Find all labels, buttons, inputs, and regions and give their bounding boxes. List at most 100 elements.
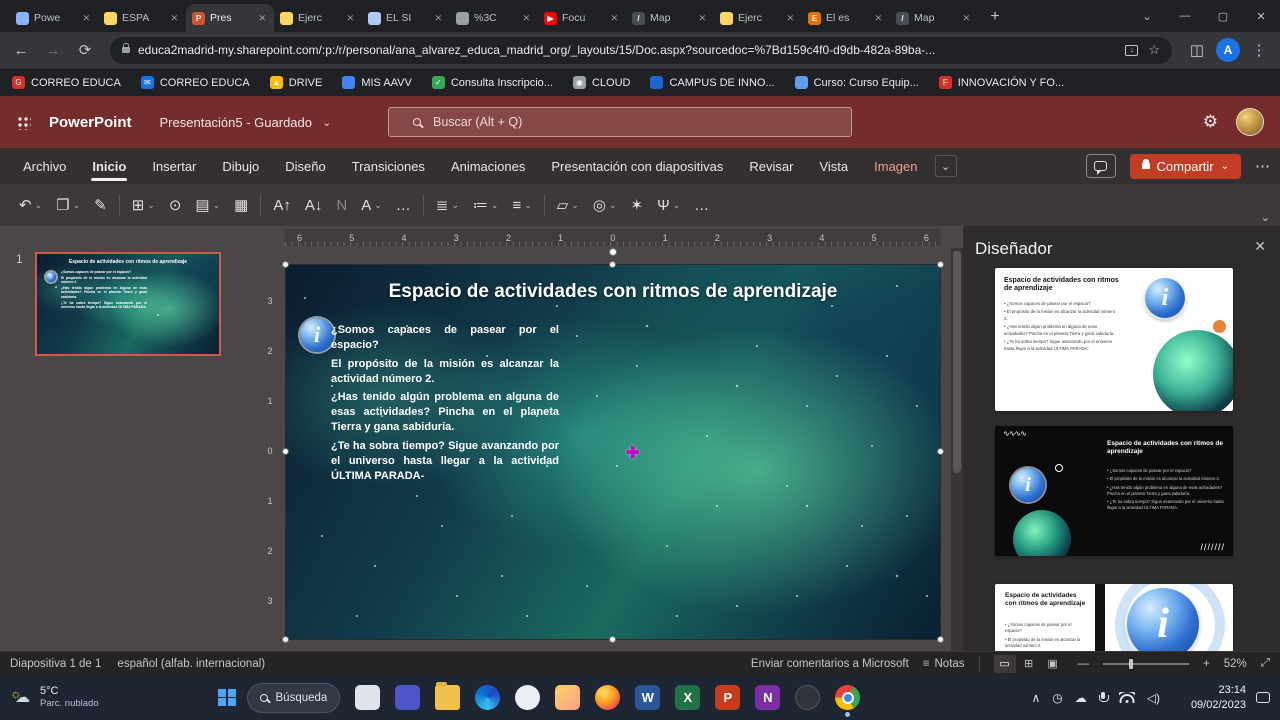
ribbon-tab[interactable]: Imagen xyxy=(861,148,930,184)
resize-handle[interactable] xyxy=(937,448,944,455)
ribbon-tab[interactable]: Vista xyxy=(806,148,861,184)
resize-handle[interactable] xyxy=(937,261,944,268)
tab-close-icon[interactable]: ✕ xyxy=(432,11,444,26)
taskbar-app-icon[interactable]: N xyxy=(755,685,780,710)
toolbar-button[interactable]: A↓ ⌄ xyxy=(298,190,330,220)
taskbar-app-icon[interactable] xyxy=(795,685,820,710)
volume-icon[interactable]: ◁) xyxy=(1147,691,1160,705)
slide-canvas[interactable]: Espacio de actividades con ritmos de apr… xyxy=(285,264,941,640)
taskbar-app-icon[interactable] xyxy=(355,685,380,710)
share-button[interactable]: Compartir ⌄ xyxy=(1130,154,1241,179)
maximize-icon[interactable]: ▢ xyxy=(1204,0,1242,32)
zoom-level[interactable]: 52% xyxy=(1224,658,1247,670)
taskbar-app-icon[interactable] xyxy=(395,685,420,710)
toolbar-button[interactable]: ⌄ xyxy=(260,194,261,216)
toolbar-button[interactable]: ▤ ⌄ xyxy=(188,190,227,220)
toolbar-button[interactable]: ▱ ⌄ xyxy=(550,190,586,220)
app-name[interactable]: PowerPoint xyxy=(49,114,132,131)
taskbar-clock[interactable]: 23:14 09/02/2023 xyxy=(1191,683,1246,712)
zoom-slider-thumb[interactable] xyxy=(1129,659,1133,669)
body-paragraph[interactable]: ¿Has tenido algún problema en alguna de … xyxy=(331,390,559,435)
browser-tab[interactable]: Powe ✕ xyxy=(10,4,98,32)
toolbar-button[interactable]: ◎ ⌄ xyxy=(586,190,624,220)
language-indicator[interactable]: español (alfab. internacional) xyxy=(117,658,265,670)
weather-widget[interactable]: ☼ ☁ 5°C Parc. nublado xyxy=(10,685,99,710)
toolbar-button[interactable]: N ⌄ xyxy=(329,190,354,220)
ppt-search-input[interactable]: Buscar (Alt + Q) xyxy=(388,107,852,137)
tab-close-icon[interactable]: ✕ xyxy=(608,11,620,26)
tab-close-icon[interactable]: ✕ xyxy=(784,11,796,26)
taskbar-search-input[interactable]: Búsqueda xyxy=(247,683,341,713)
scrollbar-thumb[interactable] xyxy=(953,251,961,473)
notes-button[interactable]: ≡ Notas xyxy=(923,658,965,670)
slide-title[interactable]: Espacio de actividades con ritmos de apr… xyxy=(286,281,940,303)
view-normal-icon[interactable]: ▭ xyxy=(994,655,1016,673)
view-slideshow-icon[interactable]: ▣ xyxy=(1042,655,1064,673)
toolbar-button[interactable]: Ψ ⌄ xyxy=(650,190,687,220)
info-icon[interactable]: i xyxy=(300,318,334,352)
bookmark-item[interactable]: G CORREO EDUCA xyxy=(12,76,121,89)
refresh-icon[interactable]: ⟳ xyxy=(72,37,98,63)
tab-close-icon[interactable]: ✕ xyxy=(80,11,92,26)
browser-tab[interactable]: ESPA ✕ xyxy=(98,4,186,32)
tab-close-icon[interactable]: ✕ xyxy=(520,11,532,26)
side-panel-icon[interactable]: ◫ xyxy=(1184,37,1210,63)
bookmark-item[interactable]: ✓ Consulta Inscripcio... xyxy=(432,76,553,89)
toolbar-button[interactable]: A↑ ⌄ xyxy=(266,190,298,220)
onedrive-cloud-icon[interactable]: ☁ xyxy=(1075,691,1087,705)
browser-profile-avatar[interactable]: A xyxy=(1216,38,1240,62)
bookmark-item[interactable]: ✉ CORREO EDUCA xyxy=(141,76,250,89)
bookmark-star-icon[interactable]: ☆ xyxy=(1148,42,1160,58)
browser-tab[interactable]: EL SI ✕ xyxy=(362,4,450,32)
tab-search-icon[interactable]: ⌄ xyxy=(1128,0,1166,32)
toolbar-button[interactable]: … ⌄ xyxy=(687,190,716,220)
taskbar-app-icon[interactable] xyxy=(435,685,460,710)
resize-handle[interactable] xyxy=(609,636,616,643)
tab-close-icon[interactable]: ✕ xyxy=(256,11,268,26)
view-grid-icon[interactable]: ⊞ xyxy=(1018,655,1040,673)
browser-tab[interactable]: %3C ✕ xyxy=(450,4,538,32)
ribbon-tab[interactable]: Transiciones xyxy=(339,148,438,184)
wifi-icon[interactable] xyxy=(1119,692,1135,703)
design-suggestion[interactable]: ∿∿∿∿ Espacio de actividades con ritmos d… xyxy=(995,426,1233,556)
app-launcher-icon[interactable] xyxy=(16,115,31,130)
slide-thumbnail[interactable]: Espacio de actividades con ritmos de apr… xyxy=(35,252,221,356)
install-app-icon[interactable]: ↓ xyxy=(1125,45,1138,56)
tab-close-icon[interactable]: ✕ xyxy=(872,11,884,26)
bookmark-item[interactable]: ▲ DRIVE xyxy=(270,76,323,89)
close-icon[interactable]: ✕ xyxy=(1242,0,1280,32)
bookmark-item[interactable]: F INNOVACIÓN Y FO... xyxy=(939,76,1064,89)
taskbar-app-icon[interactable] xyxy=(555,685,580,710)
url-text[interactable]: educa2madrid-my.sharepoint.com/:p:/r/per… xyxy=(138,43,1115,57)
taskbar-app-icon[interactable] xyxy=(475,685,500,710)
zoom-out-icon[interactable]: — xyxy=(1078,658,1090,670)
toolbar-button[interactable]: … ⌄ xyxy=(389,190,418,220)
toolbar-button[interactable]: ⊙ ⌄ xyxy=(162,190,189,220)
comments-button[interactable] xyxy=(1086,154,1116,178)
ribbon-tab[interactable]: Archivo xyxy=(10,148,79,184)
browser-tab[interactable]: Ejerc ✕ xyxy=(274,4,362,32)
tab-close-icon[interactable]: ✕ xyxy=(696,11,708,26)
resize-handle[interactable] xyxy=(609,261,616,268)
ribbon-tab[interactable]: Animaciones xyxy=(438,148,538,184)
toolbar-button[interactable]: ✶ ⌄ xyxy=(623,190,650,220)
body-paragraph[interactable]: ¿Te ha sobra tiempo? Sigue avanzando por… xyxy=(331,439,559,484)
address-bar[interactable]: educa2madrid-my.sharepoint.com/:p:/r/per… xyxy=(110,37,1172,64)
toolbar-button[interactable]: ≣ ⌄ xyxy=(429,190,466,220)
design-suggestion[interactable]: Espacio de actividades con ritmos de apr… xyxy=(995,268,1233,411)
browser-tab[interactable]: / Map ✕ xyxy=(626,4,714,32)
bookmark-item[interactable]: CAMPUS DE INNO... xyxy=(650,76,774,89)
account-avatar[interactable] xyxy=(1236,108,1264,136)
resize-handle[interactable] xyxy=(937,636,944,643)
feedback-link[interactable]: Enviar comentarios a Microsoft xyxy=(751,658,909,670)
resize-handle[interactable] xyxy=(282,261,289,268)
ribbon-tab[interactable]: Inicio xyxy=(79,148,139,184)
taskbar-app-icon[interactable]: W xyxy=(635,685,660,710)
browser-tab[interactable]: E El es ✕ xyxy=(802,4,890,32)
rotation-handle[interactable] xyxy=(609,248,617,256)
tab-close-icon[interactable]: ✕ xyxy=(960,11,972,26)
taskbar-app-icon[interactable] xyxy=(515,685,540,710)
tray-expand-icon[interactable]: ∧ xyxy=(1031,691,1040,705)
ribbon-tab[interactable]: Revisar xyxy=(736,148,806,184)
ribbon-more-icon[interactable]: ⋯ xyxy=(1255,157,1270,175)
